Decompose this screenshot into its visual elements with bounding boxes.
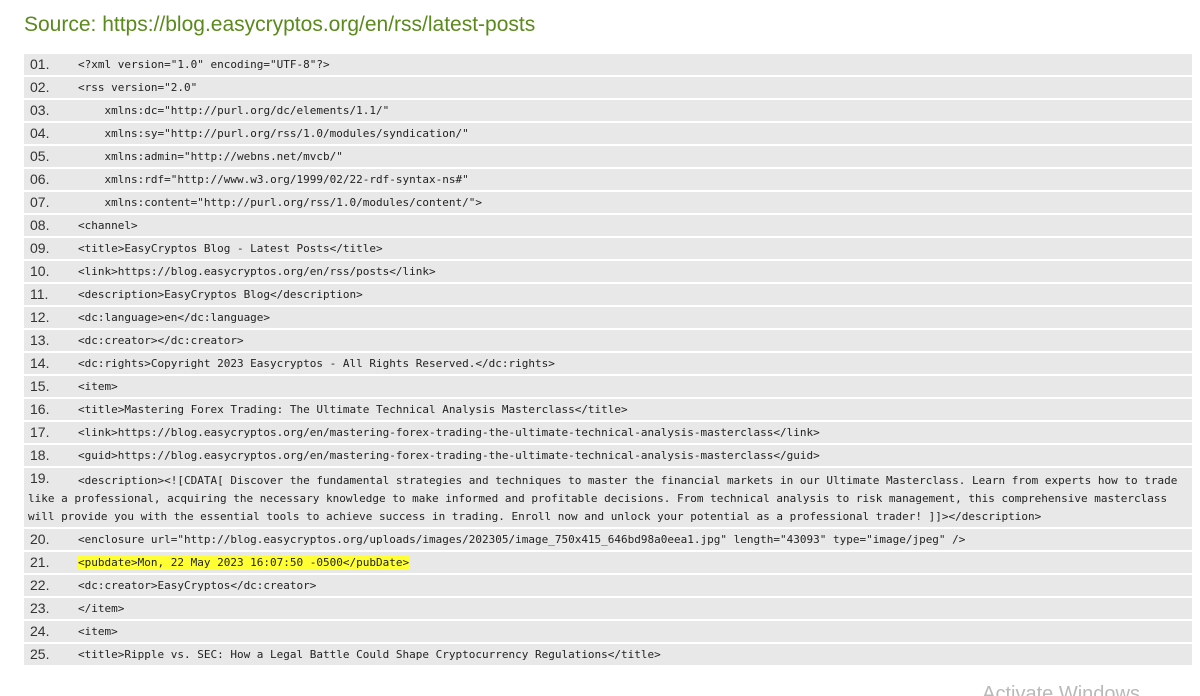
code-line: 07. xmlns:content="http://purl.org/rss/1…	[24, 192, 1192, 213]
code-line: 04. xmlns:sy="http://purl.org/rss/1.0/mo…	[24, 123, 1192, 144]
code-line: 03. xmlns:dc="http://purl.org/dc/element…	[24, 100, 1192, 121]
code-line: 05. xmlns:admin="http://webns.net/mvcb/"	[24, 146, 1192, 167]
code-line: 15. <item>	[24, 376, 1192, 397]
line-number: 24.	[30, 623, 50, 639]
line-number: 09.	[30, 240, 50, 256]
code-line: 11. <description>EasyCryptos Blog</descri…	[24, 284, 1192, 305]
line-number: 11.	[30, 286, 49, 302]
code-listing: 01. <?xml version="1.0" encoding="UTF-8"?…	[24, 54, 1192, 667]
line-number: 13.	[30, 332, 50, 348]
code-text: xmlns:content="http://purl.org/rss/1.0/m…	[78, 196, 483, 209]
code-line: 08. <channel>	[24, 215, 1192, 236]
line-number: 14.	[30, 355, 50, 371]
code-text: xmlns:rdf="http://www.w3.org/1999/02/22-…	[78, 173, 469, 186]
code-text: xmlns:sy="http://purl.org/rss/1.0/module…	[78, 127, 469, 140]
code-text: <title>EasyCryptos Blog - Latest Posts</…	[78, 242, 383, 255]
highlighted-code-text: <pubdate>Mon, 22 May 2023 16:07:50 -0500…	[78, 556, 410, 569]
line-number: 10.	[30, 263, 50, 279]
code-line: 16. <title>Mastering Forex Trading: The U…	[24, 399, 1192, 420]
line-number: 08.	[30, 217, 50, 233]
code-text: <?xml version="1.0" encoding="UTF-8"?>	[78, 58, 330, 71]
code-line: 23. </item>	[24, 598, 1192, 619]
code-text: <link>https://blog.easycryptos.org/en/ma…	[78, 426, 820, 439]
code-text: <rss version="2.0"	[78, 81, 198, 94]
source-url-title[interactable]: Source: https://blog.easycryptos.org/en/…	[24, 10, 535, 40]
code-line: 12. <dc:language>en</dc:language>	[24, 307, 1192, 328]
code-text: <guid>https://blog.easycryptos.org/en/ma…	[78, 449, 820, 462]
code-line: 25. <title>Ripple vs. SEC: How a Legal Ba…	[24, 644, 1192, 665]
line-number: 25.	[30, 646, 50, 662]
code-text: <dc:creator>EasyCryptos</dc:creator>	[78, 579, 317, 592]
code-line: 24. <item>	[24, 621, 1192, 642]
line-number: 06.	[30, 171, 50, 187]
code-text: <title>Mastering Forex Trading: The Ulti…	[78, 403, 628, 416]
line-number: 23.	[30, 600, 50, 616]
code-line: 09. <title>EasyCryptos Blog - Latest Post…	[24, 238, 1192, 259]
code-line: 21. <pubdate>Mon, 22 May 2023 16:07:50 -0…	[24, 552, 1192, 573]
code-line: 20. <enclosure url="http://blog.easycrypt…	[24, 529, 1192, 550]
code-text: <dc:creator></dc:creator>	[78, 334, 244, 347]
activate-windows-watermark: Activate Windows	[982, 683, 1140, 696]
line-number: 22.	[30, 577, 50, 593]
rss-source-page: Source: https://blog.easycryptos.org/en/…	[0, 0, 1200, 696]
line-number: 17.	[30, 424, 50, 440]
code-line: 02. <rss version="2.0"	[24, 77, 1192, 98]
code-line: 14. <dc:rights>Copyright 2023 Easycryptos…	[24, 353, 1192, 374]
code-line: 22. <dc:creator>EasyCryptos</dc:creator>	[24, 575, 1192, 596]
code-text: <item>	[78, 380, 118, 393]
line-number: 18.	[30, 447, 50, 463]
code-text: <title>Ripple vs. SEC: How a Legal Battl…	[78, 648, 661, 661]
line-number: 04.	[30, 125, 50, 141]
code-line: 13. <dc:creator></dc:creator>	[24, 330, 1192, 351]
line-number: 21.	[30, 554, 50, 570]
line-number: 02.	[30, 79, 50, 95]
line-number: 01.	[30, 56, 50, 72]
code-text: <link>https://blog.easycryptos.org/en/rs…	[78, 265, 436, 278]
code-text: <description><![CDATA[ Discover the fund…	[28, 474, 1184, 523]
code-text: </item>	[78, 602, 125, 615]
code-text: <enclosure url="http://blog.easycryptos.…	[78, 533, 966, 546]
line-number: 19.	[30, 470, 50, 486]
line-number: 16.	[30, 401, 50, 417]
code-text: <item>	[78, 625, 118, 638]
code-line: 17. <link>https://blog.easycryptos.org/en…	[24, 422, 1192, 443]
code-text: <channel>	[78, 219, 138, 232]
code-line: 10. <link>https://blog.easycryptos.org/en…	[24, 261, 1192, 282]
line-number: 03.	[30, 102, 50, 118]
line-number: 20.	[30, 531, 50, 547]
code-line: 06. xmlns:rdf="http://www.w3.org/1999/02…	[24, 169, 1192, 190]
code-line: 18. <guid>https://blog.easycryptos.org/en…	[24, 445, 1192, 466]
line-number: 05.	[30, 148, 50, 164]
line-number: 12.	[30, 309, 50, 325]
line-number: 07.	[30, 194, 50, 210]
code-text: xmlns:admin="http://webns.net/mvcb/"	[78, 150, 343, 163]
code-text: <dc:rights>Copyright 2023 Easycryptos - …	[78, 357, 555, 370]
code-text: <dc:language>en</dc:language>	[78, 311, 271, 324]
code-line: 19. <description><![CDATA[ Discover the f…	[24, 468, 1192, 527]
line-number: 15.	[30, 378, 50, 394]
wrapped-code-block: <description><![CDATA[ Discover the fund…	[28, 469, 1184, 527]
code-line: 01. <?xml version="1.0" encoding="UTF-8"?…	[24, 54, 1192, 75]
code-text: <description>EasyCryptos Blog</descripti…	[78, 288, 363, 301]
code-text: xmlns:dc="http://purl.org/dc/elements/1.…	[78, 104, 390, 117]
